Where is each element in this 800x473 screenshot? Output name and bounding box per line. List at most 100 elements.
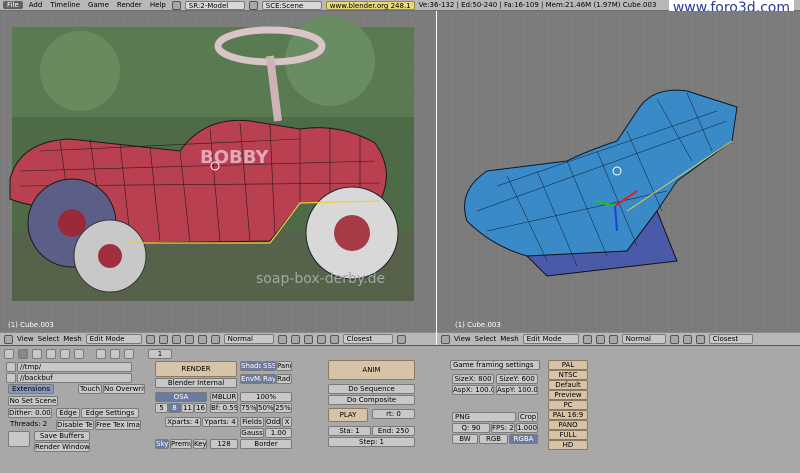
edge-select-icon[interactable]: [695, 334, 705, 344]
aspy-field[interactable]: AspY: 100.00: [496, 385, 538, 395]
dispview-icon[interactable]: [8, 431, 30, 447]
extensions-button[interactable]: Extensions: [8, 384, 54, 394]
gauss-dropdown[interactable]: Gauss: [240, 428, 264, 438]
sound-context-icon[interactable]: [60, 349, 70, 359]
mesh-menu[interactable]: Mesh: [500, 335, 518, 343]
x-toggle[interactable]: X: [282, 417, 292, 427]
screen-field[interactable]: SR:2-Model: [184, 0, 245, 10]
pivot-icon[interactable]: [158, 334, 168, 344]
menu-add[interactable]: Add: [27, 1, 45, 9]
face-select-icon[interactable]: [316, 334, 326, 344]
osa-16-button[interactable]: 16: [194, 403, 207, 413]
scale-icon[interactable]: [210, 334, 220, 344]
percent-50-button[interactable]: 50%: [257, 403, 274, 413]
yparts-field[interactable]: Yparts: 4: [202, 417, 238, 427]
bf-field[interactable]: Bf: 0.59: [210, 403, 238, 413]
rgba-toggle[interactable]: RGBA: [509, 434, 538, 444]
orientation-dropdown[interactable]: Normal: [621, 334, 666, 344]
fps-base-field[interactable]: 1.000: [516, 423, 538, 433]
disable-tex-button[interactable]: Disable Tex: [56, 420, 94, 430]
start-frame-field[interactable]: Sta: 1: [328, 426, 371, 436]
bw-toggle[interactable]: BW: [452, 434, 478, 444]
mblur-toggle[interactable]: MBLUR: [210, 392, 238, 402]
translate-icon[interactable]: [184, 334, 194, 344]
sky-toggle[interactable]: Sky: [155, 439, 169, 449]
vertex-select-icon[interactable]: [290, 334, 300, 344]
view-menu[interactable]: View: [17, 335, 34, 343]
ray-toggle[interactable]: Ray: [262, 374, 276, 384]
step-field[interactable]: Step: 1: [328, 437, 415, 447]
game-framing-button[interactable]: Game framing settings: [450, 360, 540, 370]
preset-ntsc[interactable]: NTSC: [548, 370, 588, 380]
material-context-icon[interactable]: [110, 349, 120, 359]
render-context-icon[interactable]: [32, 349, 42, 359]
view-menu[interactable]: View: [454, 335, 471, 343]
rotate-icon[interactable]: [197, 334, 207, 344]
layer-icon[interactable]: [669, 334, 679, 344]
envmap-toggle[interactable]: EnvMa: [240, 374, 262, 384]
folder-icon[interactable]: [6, 362, 16, 372]
dither-field[interactable]: Dither: 0.000: [8, 408, 52, 418]
fields-toggle[interactable]: Fields: [240, 417, 264, 427]
percent-75-button[interactable]: 75%: [240, 403, 257, 413]
object-context-icon[interactable]: [96, 349, 106, 359]
do-composite-toggle[interactable]: Do Composite: [328, 395, 415, 405]
anim-context-icon[interactable]: [46, 349, 56, 359]
threads-field[interactable]: Threads: 2: [10, 420, 47, 428]
edge-select-icon[interactable]: [303, 334, 313, 344]
vertex-select-icon[interactable]: [682, 334, 692, 344]
manipulator-icon[interactable]: [608, 334, 618, 344]
preset-preview[interactable]: Preview: [548, 390, 588, 400]
rgb-toggle[interactable]: RGB: [479, 434, 508, 444]
premul-toggle[interactable]: Premul: [170, 439, 192, 449]
menu-file[interactable]: File: [3, 1, 23, 9]
mode-dropdown[interactable]: Edit Mode: [85, 334, 142, 344]
select-menu[interactable]: Select: [38, 335, 60, 343]
border-toggle[interactable]: Border: [240, 439, 292, 449]
quality-field[interactable]: Q: 90: [452, 423, 490, 433]
menu-help[interactable]: Help: [148, 1, 168, 9]
no-overwrite-button[interactable]: No Overwrite: [103, 384, 145, 394]
blender-url[interactable]: www.blender.org 248.1: [325, 0, 415, 10]
layer-icon[interactable]: [277, 334, 287, 344]
output-path-field[interactable]: //tmp/: [17, 362, 132, 372]
scene-browse-icon[interactable]: [248, 0, 258, 10]
preset-pano[interactable]: PANO: [548, 420, 588, 430]
osa-toggle[interactable]: OSA: [155, 392, 207, 402]
shadow-toggle[interactable]: Shado: [240, 361, 262, 371]
osa-8-button[interactable]: 8: [168, 403, 181, 413]
right-3d-viewport[interactable]: (1) Cube.003: [437, 11, 800, 332]
osa-5-button[interactable]: 5: [155, 403, 168, 413]
preset-pal[interactable]: PAL: [548, 360, 588, 370]
key-toggle[interactable]: Key: [193, 439, 207, 449]
save-buffers-button[interactable]: Save Buffers: [34, 431, 90, 441]
do-sequence-toggle[interactable]: Do Sequence: [328, 384, 415, 394]
draw-type-icon[interactable]: [582, 334, 592, 344]
scene-icon[interactable]: [18, 349, 28, 359]
render-window-dropdown[interactable]: Render Window: [34, 442, 90, 452]
crop-toggle[interactable]: Crop: [518, 412, 538, 422]
frame-field[interactable]: 1: [148, 349, 172, 359]
world-context-icon[interactable]: [74, 349, 84, 359]
draw-type-icon[interactable]: [145, 334, 155, 344]
no-set-scene-field[interactable]: No Set Scene: [8, 396, 58, 406]
texture-context-icon[interactable]: [124, 349, 134, 359]
edge-settings-button[interactable]: Edge Settings: [81, 408, 139, 418]
preset-hd[interactable]: HD: [548, 440, 588, 450]
play-button[interactable]: PLAY: [328, 408, 368, 422]
editor-type-icon[interactable]: [4, 334, 13, 344]
snap-mode-dropdown[interactable]: Closest: [342, 334, 393, 344]
manipulator-icon[interactable]: [171, 334, 181, 344]
snap-mode-dropdown[interactable]: Closest: [708, 334, 753, 344]
editor-type-icon[interactable]: [4, 349, 14, 359]
left-3d-viewport[interactable]: BOBBY soap-box-derby.de (1) Cube.003: [0, 11, 436, 332]
percent-100-button[interactable]: 100%: [240, 392, 292, 402]
render-engine-dropdown[interactable]: Blender Internal: [155, 378, 237, 388]
bits-dropdown[interactable]: 128: [210, 439, 238, 449]
file-format-dropdown[interactable]: PNG: [452, 412, 516, 422]
aspx-field[interactable]: AspX: 100.00: [452, 385, 494, 395]
menu-game[interactable]: Game: [86, 1, 111, 9]
render-button[interactable]: RENDER: [155, 361, 237, 377]
orientation-dropdown[interactable]: Normal: [223, 334, 274, 344]
select-menu[interactable]: Select: [475, 335, 497, 343]
